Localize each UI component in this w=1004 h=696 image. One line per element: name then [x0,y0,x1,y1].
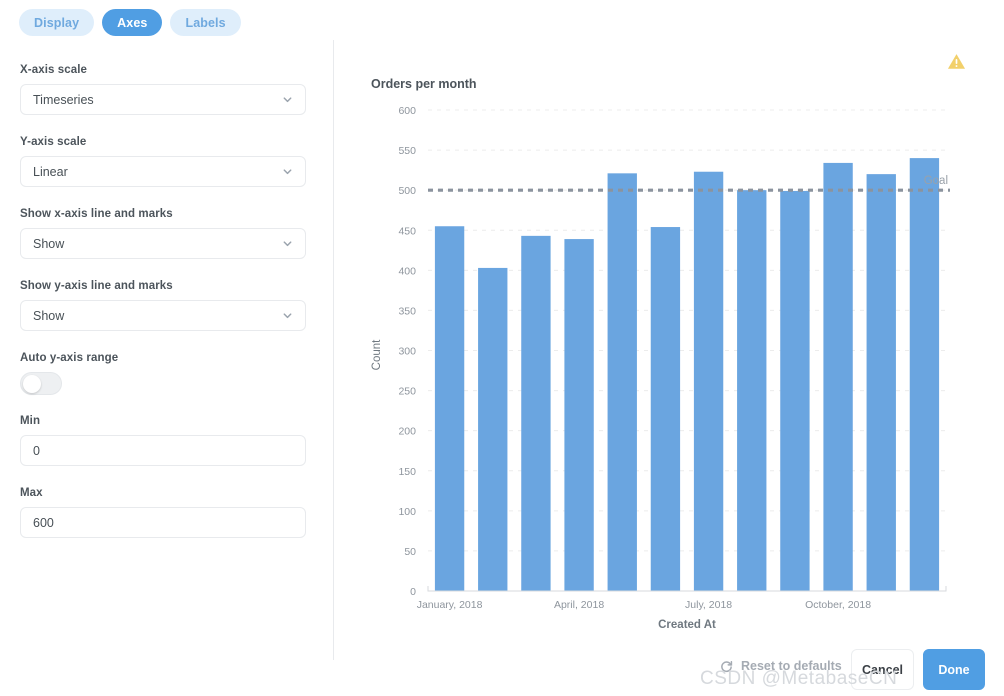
goal-line-label: Goal [924,175,948,187]
refresh-icon [720,660,733,673]
x-axis-scale-value: Timeseries [33,92,94,107]
bar[interactable] [434,226,465,591]
x-axis-tick-label: October, 2018 [805,599,871,611]
field-show-y-axis: Show y-axis line and marks Show [20,280,308,331]
bar[interactable] [780,190,810,592]
settings-sidebar: Display Axes Labels X-axis scale Timeser… [0,0,333,696]
x-axis-scale-label: X-axis scale [20,64,88,76]
chevron-down-icon [282,310,293,321]
bar[interactable] [650,227,681,591]
bar[interactable] [737,190,767,591]
bar[interactable] [823,162,853,591]
bar[interactable] [607,173,637,591]
bar[interactable] [866,174,896,591]
max-label: Max [20,487,43,499]
show-y-axis-label: Show y-axis line and marks [20,280,173,292]
min-value: 0 [33,443,40,458]
max-value: 600 [33,515,54,530]
x-axis-scale-select[interactable]: Timeseries [20,84,306,115]
x-axis-title: Created At [658,619,716,631]
reset-label: Reset to defaults [741,659,842,673]
chevron-down-icon [282,94,293,105]
field-y-axis-scale: Y-axis scale Linear [20,136,308,187]
chart-settings-modal: Display Axes Labels X-axis scale Timeser… [0,0,1004,696]
field-max: Max 600 [20,487,308,538]
min-input[interactable]: 0 [20,435,306,466]
show-y-axis-value: Show [33,308,65,323]
y-axis-tick-label: 450 [398,225,416,237]
bar[interactable] [909,158,940,591]
y-axis-tick-label: 50 [404,546,416,558]
show-x-axis-select[interactable]: Show [20,228,306,259]
x-axis-tick-label: January, 2018 [417,599,483,611]
y-axis-tick-label: 350 [398,305,416,317]
settings-tab-bar: Display Axes Labels [19,9,241,36]
settings-form: X-axis scale Timeseries Y-axis scale Lin… [20,64,308,559]
y-axis-tick-label: 200 [398,426,416,438]
field-auto-y-range: Auto y-axis range [20,352,308,395]
y-axis-scale-select[interactable]: Linear [20,156,306,187]
field-x-axis-scale: X-axis scale Timeseries [20,64,308,115]
tab-labels[interactable]: Labels [170,9,241,36]
x-axis-tick-label: April, 2018 [554,599,604,611]
show-y-axis-select[interactable]: Show [20,300,306,331]
field-min: Min 0 [20,415,308,466]
min-label: Min [20,415,41,427]
show-x-axis-label: Show x-axis line and marks [20,208,173,220]
y-axis-tick-label: 100 [398,506,416,518]
bar-chart: 0 50 100 150 200 250 300 350 400 450 500 550 600 Goal… [371,105,950,631]
auto-y-range-label: Auto y-axis range [20,352,119,364]
chart-preview-panel: Orders per month 0 50 100 150 200 250 300 350 40… [334,0,1004,645]
show-x-axis-value: Show [33,236,65,251]
y-axis-tick-label: 250 [398,386,416,398]
toggle-knob [23,374,41,393]
y-axis-tick-label: 0 [410,586,416,598]
bar[interactable] [564,239,594,591]
y-axis-tick-label: 550 [398,145,416,157]
y-axis-title: Count [371,339,383,370]
modal-footer: Reset to defaults Cancel Done [334,645,1004,696]
tab-axes[interactable]: Axes [102,9,163,36]
auto-y-range-toggle[interactable] [20,372,62,395]
tab-display[interactable]: Display [19,9,95,36]
y-axis-tick-label: 500 [398,185,416,197]
y-axis-tick-label: 600 [398,105,416,117]
chevron-down-icon [282,166,293,177]
y-axis-tick-label: 150 [398,466,416,478]
chevron-down-icon [282,238,293,249]
cancel-button[interactable]: Cancel [851,649,914,690]
bar[interactable] [693,171,724,591]
max-input[interactable]: 600 [20,507,306,538]
bar[interactable] [521,235,551,591]
y-axis-tick-label: 400 [398,265,416,277]
y-axis-scale-label: Y-axis scale [20,136,87,148]
x-axis-tick-label: July, 2018 [685,599,732,611]
y-axis-scale-value: Linear [33,164,68,179]
reset-to-defaults-button[interactable]: Reset to defaults [720,659,842,673]
done-button[interactable]: Done [923,649,985,690]
field-show-x-axis: Show x-axis line and marks Show [20,208,308,259]
bar[interactable] [478,267,508,591]
y-axis-tick-label: 300 [398,346,416,358]
